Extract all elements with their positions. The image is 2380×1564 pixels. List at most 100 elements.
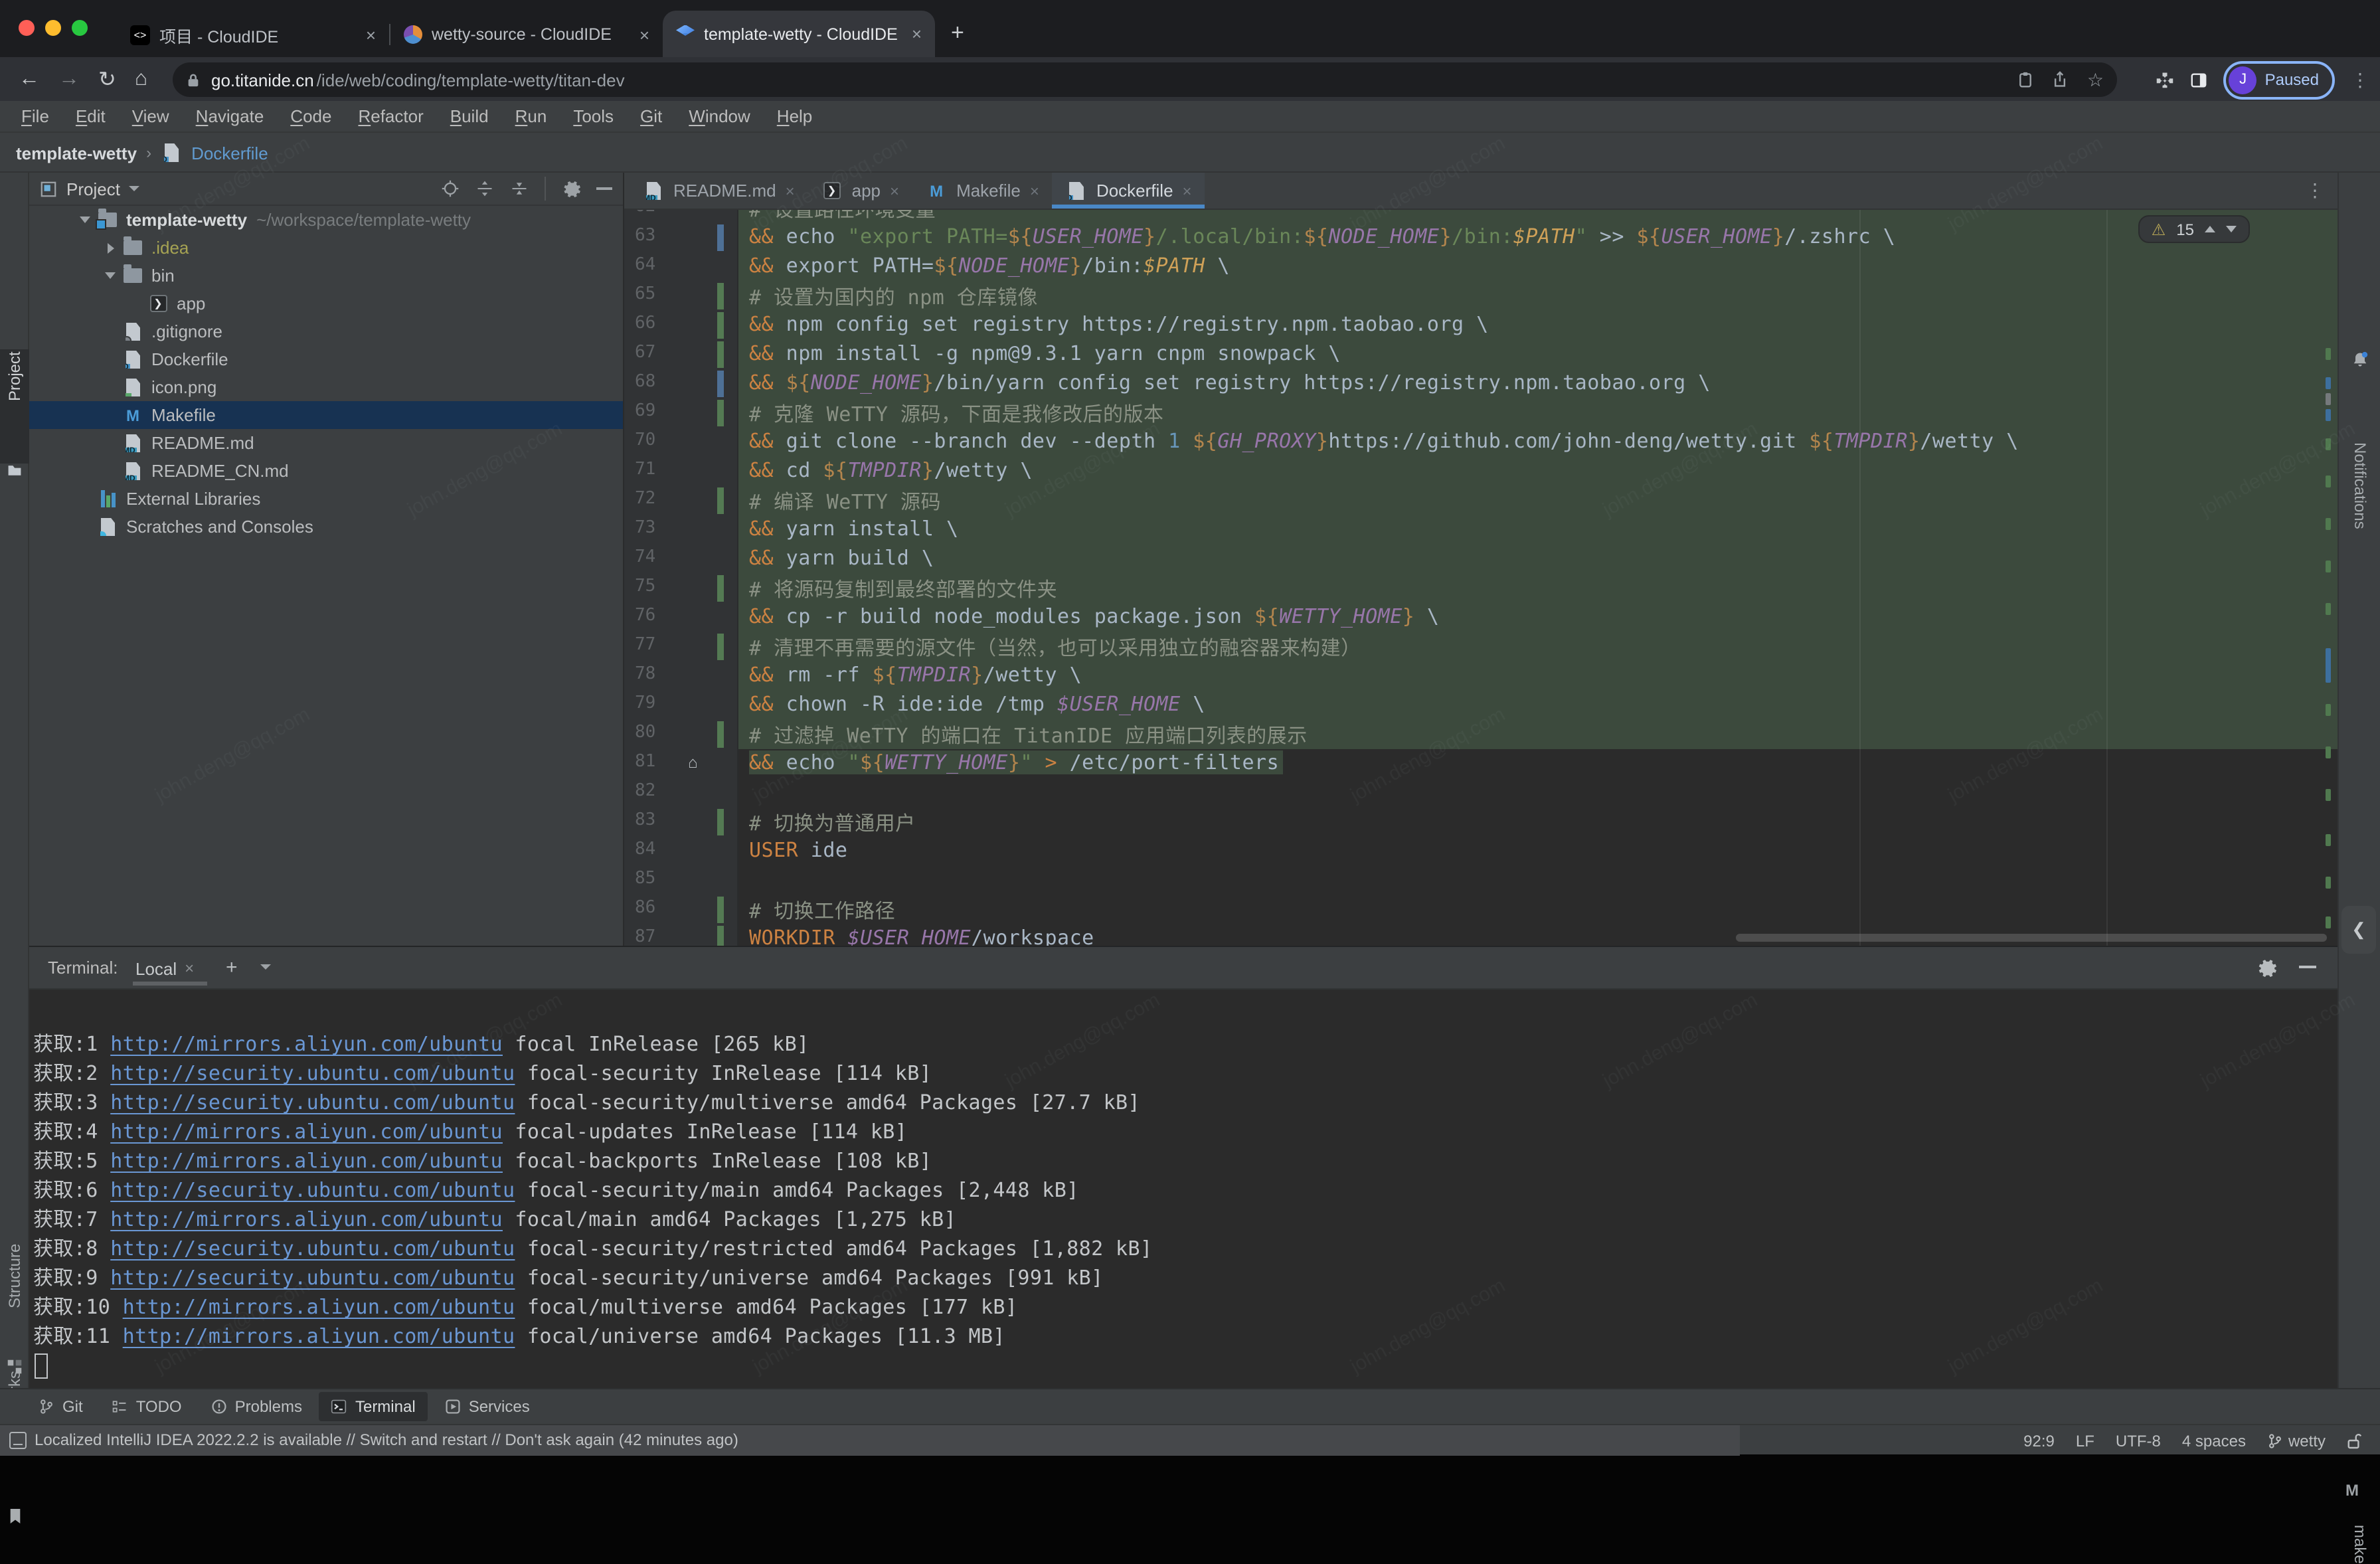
- terminal-url-link[interactable]: http://security.ubuntu.com/ubuntu: [110, 1090, 515, 1114]
- menu-file[interactable]: File: [8, 106, 62, 126]
- browser-tab-3[interactable]: template-wetty - CloudIDE×: [663, 11, 935, 57]
- chevron-down-icon[interactable]: [98, 272, 122, 279]
- stripe-mark[interactable]: [2326, 438, 2331, 450]
- side-panel-icon[interactable]: [2191, 71, 2208, 88]
- stripe-mark[interactable]: [2326, 348, 2331, 360]
- tree-item-.gitignore[interactable]: .gitignore: [29, 317, 623, 345]
- event-log-icon[interactable]: [9, 1432, 27, 1449]
- share-icon[interactable]: [2053, 70, 2069, 89]
- tree-item-app[interactable]: ❯app: [29, 290, 623, 317]
- chevron-right-icon[interactable]: [98, 242, 122, 253]
- error-stripe[interactable]: [2323, 210, 2334, 946]
- tree-item-readme_cn.md[interactable]: MDREADME_CN.md: [29, 457, 623, 485]
- stripe-mark[interactable]: [2326, 746, 2331, 758]
- inspection-widget[interactable]: ⚠ 15: [2138, 215, 2250, 243]
- hide-panel-icon[interactable]: [596, 187, 612, 190]
- address-bar[interactable]: go.titanide.cn/ide/web/coding/template-w…: [173, 62, 2117, 97]
- tree-item-.idea[interactable]: .idea: [29, 234, 623, 262]
- stripe-mark[interactable]: [2326, 916, 2331, 928]
- tree-item-bin[interactable]: bin: [29, 262, 623, 290]
- terminal-url-link[interactable]: http://security.ubuntu.com/ubuntu: [110, 1266, 515, 1290]
- toolwindow-button-problems[interactable]: Problems: [199, 1392, 314, 1421]
- menu-git[interactable]: Git: [627, 106, 675, 126]
- terminal-url-link[interactable]: http://mirrors.aliyun.com/ubuntu: [110, 1120, 503, 1144]
- stripe-mark[interactable]: [2326, 704, 2331, 716]
- editor-tab-app[interactable]: ❯app×: [808, 173, 912, 209]
- tree-item-template-wetty[interactable]: template-wetty~/workspace/template-wetty: [29, 206, 623, 234]
- back-icon[interactable]: ←: [19, 67, 40, 91]
- editor-tab-makefile[interactable]: MMakefile×: [912, 173, 1053, 209]
- browser-menu-icon[interactable]: ⋮: [2351, 68, 2369, 91]
- close-tab-icon[interactable]: ×: [890, 181, 899, 200]
- unlock-icon[interactable]: [2347, 1432, 2361, 1449]
- browser-tab-2[interactable]: wetty-source - CloudIDE×: [390, 12, 663, 57]
- project-panel-title[interactable]: Project: [66, 179, 120, 199]
- stripe-mark[interactable]: [2326, 561, 2331, 572]
- terminal-url-link[interactable]: http://mirrors.aliyun.com/ubuntu: [110, 1032, 503, 1056]
- zoom-window-button[interactable]: [72, 20, 88, 36]
- bookmark-star-icon[interactable]: ☆: [2087, 68, 2104, 91]
- close-icon[interactable]: ×: [185, 959, 194, 978]
- forward-icon[interactable]: →: [58, 67, 80, 91]
- menu-navigate[interactable]: Navigate: [183, 106, 278, 126]
- breadcrumb-file[interactable]: Dockerfile: [191, 143, 268, 163]
- file-encoding[interactable]: UTF-8: [2116, 1431, 2161, 1450]
- expand-all-icon[interactable]: [475, 179, 494, 198]
- collapse-editor-chevron[interactable]: ❮: [2341, 906, 2376, 954]
- new-tab-button[interactable]: +: [951, 20, 964, 46]
- tree-item-readme.md[interactable]: MDREADME.md: [29, 429, 623, 457]
- terminal-url-link[interactable]: http://mirrors.aliyun.com/ubuntu: [123, 1295, 515, 1319]
- terminal-url-link[interactable]: http://security.ubuntu.com/ubuntu: [110, 1178, 515, 1202]
- toolwindow-button-git[interactable]: Git: [27, 1392, 95, 1421]
- toolwindow-button-services[interactable]: Services: [433, 1392, 542, 1421]
- editor-tabs-menu-icon[interactable]: ⋮: [2306, 173, 2338, 209]
- git-branch-widget[interactable]: wetty: [2267, 1431, 2326, 1450]
- close-window-button[interactable]: [19, 20, 35, 36]
- menu-refactor[interactable]: Refactor: [345, 106, 436, 126]
- stripe-mark[interactable]: [2326, 476, 2331, 487]
- close-tab-icon[interactable]: ×: [912, 24, 922, 44]
- terminal-output[interactable]: 获取:1 http://mirrors.aliyun.com/ubuntu fo…: [29, 990, 2338, 1388]
- clipboard-icon[interactable]: [2018, 70, 2034, 89]
- home-icon[interactable]: ⌂: [135, 67, 147, 91]
- terminal-url-link[interactable]: http://mirrors.aliyun.com/ubuntu: [123, 1324, 515, 1348]
- tree-item-makefile[interactable]: MMakefile: [29, 401, 623, 429]
- close-tab-icon[interactable]: ×: [639, 25, 649, 44]
- toolwindow-button-terminal[interactable]: Terminal: [319, 1392, 428, 1421]
- horizontal-scrollbar[interactable]: [1736, 934, 2327, 942]
- project-view-chevron[interactable]: [129, 186, 140, 191]
- menu-help[interactable]: Help: [764, 106, 826, 126]
- next-warning-icon[interactable]: [2226, 226, 2237, 232]
- terminal-url-link[interactable]: http://security.ubuntu.com/ubuntu: [110, 1061, 515, 1085]
- menu-view[interactable]: View: [119, 106, 183, 126]
- toolwindow-button-todo[interactable]: TODO: [100, 1392, 194, 1421]
- locate-target-icon[interactable]: [441, 179, 460, 198]
- gear-icon[interactable]: [562, 179, 580, 198]
- stripe-mark[interactable]: [2326, 377, 2331, 389]
- stripe-mark[interactable]: [2326, 789, 2331, 801]
- terminal-settings-gear-icon[interactable]: [2256, 958, 2276, 978]
- close-tab-icon[interactable]: ×: [1030, 181, 1039, 200]
- stripe-mark[interactable]: [2326, 393, 2331, 405]
- terminal-url-link[interactable]: http://security.ubuntu.com/ubuntu: [110, 1237, 515, 1260]
- terminal-url-link[interactable]: http://mirrors.aliyun.com/ubuntu: [110, 1149, 503, 1173]
- menu-code[interactable]: Code: [277, 106, 345, 126]
- close-tab-icon[interactable]: ×: [786, 181, 795, 200]
- minimize-window-button[interactable]: [45, 20, 61, 36]
- menu-window[interactable]: Window: [675, 106, 764, 126]
- minimize-terminal-icon[interactable]: [2299, 966, 2316, 968]
- terminal-url-link[interactable]: http://mirrors.aliyun.com/ubuntu: [110, 1207, 503, 1231]
- menu-run[interactable]: Run: [502, 106, 560, 126]
- terminal-dropdown-chevron[interactable]: [260, 964, 271, 970]
- caret-position[interactable]: 92:9: [2023, 1431, 2055, 1450]
- code-area[interactable]: 62# 设置路径环境变量63&& echo "export PATH=${USE…: [624, 210, 2338, 946]
- extensions-puzzle-icon[interactable]: [2156, 70, 2175, 89]
- tree-item-externallibraries[interactable]: External Libraries: [29, 485, 623, 513]
- line-ending[interactable]: LF: [2076, 1431, 2094, 1450]
- stripe-mark[interactable]: [2326, 603, 2331, 615]
- status-message[interactable]: Localized IntelliJ IDEA 2022.2.2 is avai…: [35, 1431, 738, 1449]
- menu-build[interactable]: Build: [437, 106, 502, 126]
- prev-warning-icon[interactable]: [2205, 226, 2215, 232]
- menu-tools[interactable]: Tools: [560, 106, 627, 126]
- browser-tab-1[interactable]: <>项目 - CloudIDE×: [117, 12, 389, 57]
